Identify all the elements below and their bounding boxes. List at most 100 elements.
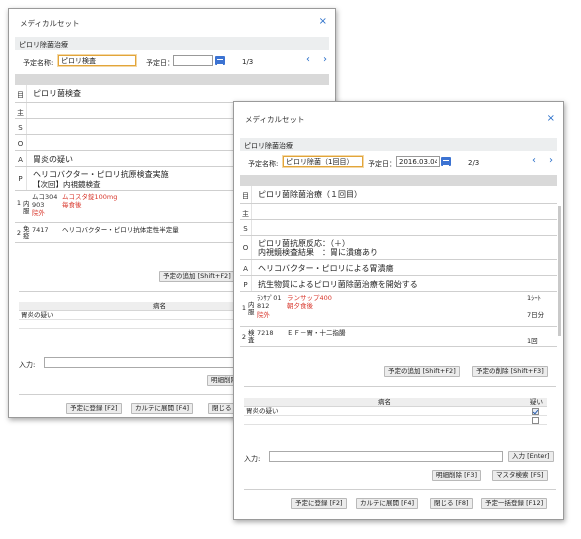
rx-row[interactable]: 2 検査 7218 ＥＦ－胃・十二指腸 1回	[240, 327, 557, 347]
delete-plan-button[interactable]: 予定の削除 [Shift+F3]	[472, 366, 548, 377]
rx-line: ﾗﾝｻﾌﾟ01 ランサップ400 1ｼｰﾄ	[257, 294, 557, 302]
section-title: ピロリ除菌治療	[240, 138, 557, 151]
soap-value	[252, 220, 557, 235]
plan-name-input[interactable]	[283, 156, 363, 167]
disease-table-header: 病名 疑い	[244, 398, 547, 407]
add-plan-button[interactable]: 予定の追加 [Shift+F2]	[384, 366, 460, 377]
dialog-title: メディカルセット	[245, 115, 305, 124]
plan-name-label: 予定名称:	[248, 160, 279, 168]
rx-number: 2	[241, 333, 247, 341]
medical-set-dialog-front: メディカルセット × ピロリ除菌治療 予定名称: 予定日： 2/3 ‹ › 目 …	[233, 101, 564, 520]
prev-arrow-icon[interactable]: ‹	[306, 54, 310, 65]
divider	[19, 291, 239, 292]
soap-key: S	[240, 220, 252, 235]
plan-date-label: 予定日：	[146, 59, 174, 67]
plan-date-label: 予定日：	[368, 160, 396, 168]
expand-to-chart-button[interactable]: カルテに展開 [F4]	[356, 498, 419, 509]
close-icon[interactable]: ×	[547, 113, 555, 124]
rx-code: 7417	[32, 226, 49, 234]
rx-code: ムコ304	[32, 193, 58, 201]
rx-code: ﾗﾝｻﾌﾟ01	[257, 294, 282, 302]
rx-days: 7日分	[527, 311, 545, 319]
close-button[interactable]: 閉じる	[208, 403, 236, 414]
rx-line: 812 朝夕食後	[257, 302, 557, 310]
soap-key: A	[240, 260, 252, 275]
rx-drug-name: ランサップ400	[287, 294, 332, 302]
soap-key: O	[15, 135, 27, 150]
bulk-register-button[interactable]: 予定一括登録 [F12]	[481, 498, 548, 509]
rx-code: 7218	[257, 329, 274, 337]
input-label: 入力:	[244, 455, 261, 463]
rx-line: 院外 7日分	[257, 311, 557, 319]
divider	[19, 394, 241, 395]
rx-outside-label: 院外	[257, 311, 270, 319]
close-icon[interactable]: ×	[319, 16, 327, 27]
enter-button[interactable]: 入力 [Enter]	[508, 451, 554, 462]
disease-header-label: 病名	[153, 302, 166, 310]
add-plan-button[interactable]: 予定の追加 [Shift+F2]	[159, 271, 235, 282]
rx-usage: 朝夕食後	[287, 302, 313, 310]
page-indicator: 2/3	[468, 159, 480, 167]
close-button[interactable]: 閉じる [F8]	[430, 498, 473, 509]
calendar-icon[interactable]	[441, 157, 451, 166]
soap-key: O	[240, 236, 252, 259]
soap-key: 主	[240, 204, 252, 219]
soap-value: ピロリ菌抗原反応：（＋） 内視鏡検査結果 ：胃に潰瘍あり	[252, 236, 557, 259]
plan-name-input[interactable]	[58, 55, 136, 66]
plan-date-input[interactable]	[173, 55, 213, 66]
disease-row[interactable]: 胃炎の疑い	[19, 311, 241, 320]
disease-row[interactable]: 胃炎の疑い	[244, 407, 547, 416]
rx-count: 1回	[527, 337, 538, 345]
rx-line: 7218 ＥＦ－胃・十二指腸	[257, 329, 557, 337]
rx-number: 1	[16, 199, 22, 207]
search-input[interactable]	[44, 357, 239, 368]
rx-type: 検査	[248, 329, 255, 344]
disease-table: 病名 胃炎の疑い	[19, 302, 241, 329]
suspect-checkbox[interactable]	[532, 417, 539, 424]
soap-key: 目	[15, 85, 27, 102]
plan-date-input[interactable]	[396, 156, 440, 167]
search-input[interactable]	[269, 451, 503, 462]
section-title: ピロリ除菌治療	[15, 37, 329, 50]
rx-line: 1回	[257, 337, 557, 345]
plan-name-label: 予定名称:	[23, 59, 54, 67]
suspect-header-label: 疑い	[530, 398, 543, 406]
header-bar	[240, 175, 557, 186]
prev-arrow-icon[interactable]: ‹	[532, 155, 536, 166]
expand-to-chart-button[interactable]: カルテに展開 [F4]	[131, 403, 194, 414]
register-plan-button[interactable]: 予定に登録 [F2]	[291, 498, 347, 509]
next-arrow-icon[interactable]: ›	[323, 54, 327, 65]
register-plan-button[interactable]: 予定に登録 [F2]	[66, 403, 122, 414]
disease-header-label: 病名	[378, 398, 391, 406]
disease-row-empty[interactable]	[19, 320, 241, 329]
soap-key: S	[15, 119, 27, 134]
delete-detail-button[interactable]: 明細削除 [F3]	[432, 470, 482, 481]
disease-row-empty[interactable]	[244, 416, 547, 425]
soap-row-o[interactable]: O ピロリ菌抗原反応：（＋） 内視鏡検査結果 ：胃に潰瘍あり	[240, 236, 557, 260]
soap-value: 抗生物質によるピロリ菌除菌治療を開始する	[258, 280, 418, 289]
objective-line-1: ピロリ菌抗原反応：（＋）	[258, 239, 350, 248]
disease-table-header: 病名	[19, 302, 241, 311]
suspect-checkbox[interactable]	[532, 408, 539, 415]
rx-row[interactable]: 1 内服 ﾗﾝｻﾌﾟ01 ランサップ400 1ｼｰﾄ 812 朝夕食後 院外 7…	[240, 292, 557, 327]
soap-value: ピロリ菌除菌治療（１回目）	[258, 190, 362, 199]
scrollbar[interactable]	[558, 206, 561, 336]
soap-row-p[interactable]: P 抗生物質によるピロリ菌除菌治療を開始する	[240, 276, 557, 292]
soap-row-purpose[interactable]: 目 ピロリ菌除菌治療（１回目）	[240, 186, 557, 204]
soap-table: 目 ピロリ菌除菌治療（１回目） 主 S O ピロリ菌抗原反応：（＋） 内視鏡検査…	[240, 186, 561, 336]
soap-value	[252, 204, 557, 219]
dialog-title: メディカルセット	[20, 19, 80, 28]
soap-row-a[interactable]: A ヘリコバクター・ピロリによる胃潰瘍	[240, 260, 557, 276]
rx-number: 1	[241, 304, 247, 312]
dialog-titlebar: メディカルセット ×	[9, 9, 335, 37]
rx-code: 812	[257, 302, 270, 310]
soap-row-chief[interactable]: 主	[240, 204, 557, 220]
next-arrow-icon[interactable]: ›	[549, 155, 553, 166]
header-bar	[15, 74, 329, 85]
soap-row-s[interactable]: S	[240, 220, 557, 236]
disease-name: 胃炎の疑い	[246, 407, 279, 415]
prescription-table: 1 内服 ﾗﾝｻﾌﾟ01 ランサップ400 1ｼｰﾄ 812 朝夕食後 院外 7…	[240, 292, 557, 347]
master-search-button[interactable]: マスタ検索 [F5]	[492, 470, 548, 481]
calendar-icon[interactable]	[215, 56, 225, 65]
rx-type: 免疫	[23, 225, 30, 240]
